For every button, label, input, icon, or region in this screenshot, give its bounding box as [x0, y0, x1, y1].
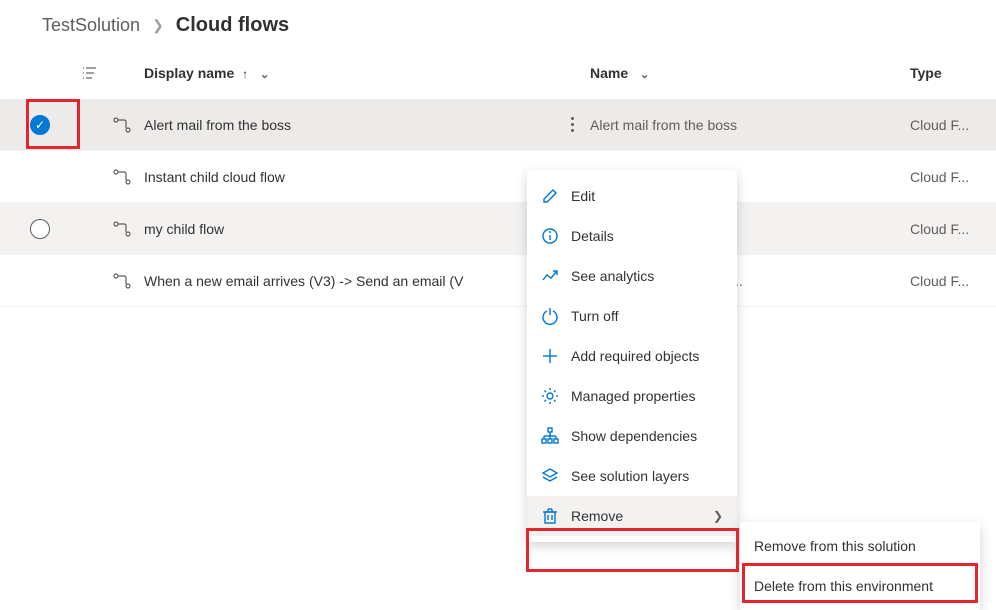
trash-icon: [541, 507, 559, 525]
flow-type-icon: [100, 116, 144, 134]
row-type: Cloud F...: [910, 273, 996, 289]
menu-item-see-analytics[interactable]: See analytics: [527, 256, 737, 296]
table-row[interactable]: When a new email arrives (V3) -> Send an…: [0, 255, 996, 307]
breadcrumb: TestSolution ❯ Cloud flows: [0, 0, 996, 47]
chevron-down-icon: ⌄: [640, 69, 649, 81]
row-select[interactable]: [0, 219, 80, 239]
submenu-item-label: Delete from this environment: [754, 578, 933, 594]
power-icon: [541, 307, 559, 325]
sort-ascending-icon: ↑: [242, 67, 248, 81]
menu-item-show-dependencies[interactable]: Show dependencies: [527, 416, 737, 456]
grid-header-row: Display name ↑ ⌄ Name ⌄ Type: [0, 47, 996, 99]
menu-item-turn-off[interactable]: Turn off: [527, 296, 737, 336]
more-actions-icon[interactable]: [560, 109, 584, 141]
menu-item-details[interactable]: Details: [527, 216, 737, 256]
column-header-display-name-label: Display name: [144, 65, 234, 81]
edit-icon: [541, 187, 559, 205]
submenu-item-delete-from-environment[interactable]: Delete from this environment: [740, 566, 980, 606]
table-row[interactable]: ✓ Alert mail from the boss Alert mail fr…: [0, 99, 996, 151]
sort-by-icon[interactable]: [80, 65, 100, 81]
gear-icon: [541, 387, 559, 405]
row-display-name[interactable]: When a new email arrives (V3) -> Send an…: [144, 273, 554, 289]
menu-item-edit[interactable]: Edit: [527, 176, 737, 216]
flow-type-icon: [100, 220, 144, 238]
column-header-name[interactable]: Name ⌄: [590, 65, 910, 81]
grid-body: ✓ Alert mail from the boss Alert mail fr…: [0, 99, 996, 307]
column-header-display-name[interactable]: Display name ↑ ⌄: [144, 65, 554, 81]
row-type: Cloud F...: [910, 221, 996, 237]
table-row[interactable]: Instant child cloud flow Cloud F...: [0, 151, 996, 203]
menu-item-label: Show dependencies: [571, 428, 697, 444]
row-display-name[interactable]: Alert mail from the boss: [144, 117, 554, 133]
layers-icon: [541, 467, 559, 485]
row-actions[interactable]: [554, 109, 590, 141]
chevron-right-icon: ❯: [713, 509, 723, 523]
analytics-icon: [541, 267, 559, 285]
info-icon: [541, 227, 559, 245]
chevron-down-icon: ⌄: [260, 69, 269, 81]
checkbox-unchecked-icon[interactable]: [30, 219, 50, 239]
row-type: Cloud F...: [910, 169, 996, 185]
menu-item-label: See analytics: [571, 268, 654, 284]
plus-icon: [541, 347, 559, 365]
menu-item-label: See solution layers: [571, 468, 689, 484]
menu-item-add-required-objects[interactable]: Add required objects: [527, 336, 737, 376]
checkbox-checked-icon[interactable]: ✓: [30, 115, 50, 135]
context-menu: Edit Details See analytics Turn off Add …: [527, 170, 737, 542]
flow-type-icon: [100, 272, 144, 290]
flow-type-icon: [100, 168, 144, 186]
breadcrumb-current: Cloud flows: [176, 14, 289, 37]
table-row[interactable]: my child flow Cloud F...: [0, 203, 996, 255]
submenu-item-label: Remove from this solution: [754, 538, 916, 554]
chevron-right-icon: ❯: [152, 17, 164, 34]
row-name: Alert mail from the boss: [590, 117, 910, 133]
menu-item-managed-properties[interactable]: Managed properties: [527, 376, 737, 416]
menu-item-label: Managed properties: [571, 388, 696, 404]
menu-item-remove[interactable]: Remove ❯: [527, 496, 737, 536]
column-header-type[interactable]: Type: [910, 65, 996, 81]
menu-item-see-solution-layers[interactable]: See solution layers: [527, 456, 737, 496]
column-header-type-label: Type: [910, 65, 942, 81]
menu-item-label: Turn off: [571, 308, 618, 324]
row-type: Cloud F...: [910, 117, 996, 133]
row-display-name[interactable]: Instant child cloud flow: [144, 169, 554, 185]
menu-item-label: Edit: [571, 188, 595, 204]
menu-item-label: Details: [571, 228, 614, 244]
row-select[interactable]: ✓: [0, 115, 80, 135]
context-submenu: Remove from this solution Delete from th…: [740, 522, 980, 610]
row-display-name[interactable]: my child flow: [144, 221, 554, 237]
menu-item-label: Remove: [571, 508, 623, 524]
dependencies-icon: [541, 427, 559, 445]
flows-grid: Display name ↑ ⌄ Name ⌄ Type ✓ Alert mai…: [0, 47, 996, 307]
column-header-name-label: Name: [590, 65, 628, 81]
menu-item-label: Add required objects: [571, 348, 699, 364]
submenu-item-remove-from-solution[interactable]: Remove from this solution: [740, 526, 980, 566]
breadcrumb-parent[interactable]: TestSolution: [42, 15, 140, 36]
